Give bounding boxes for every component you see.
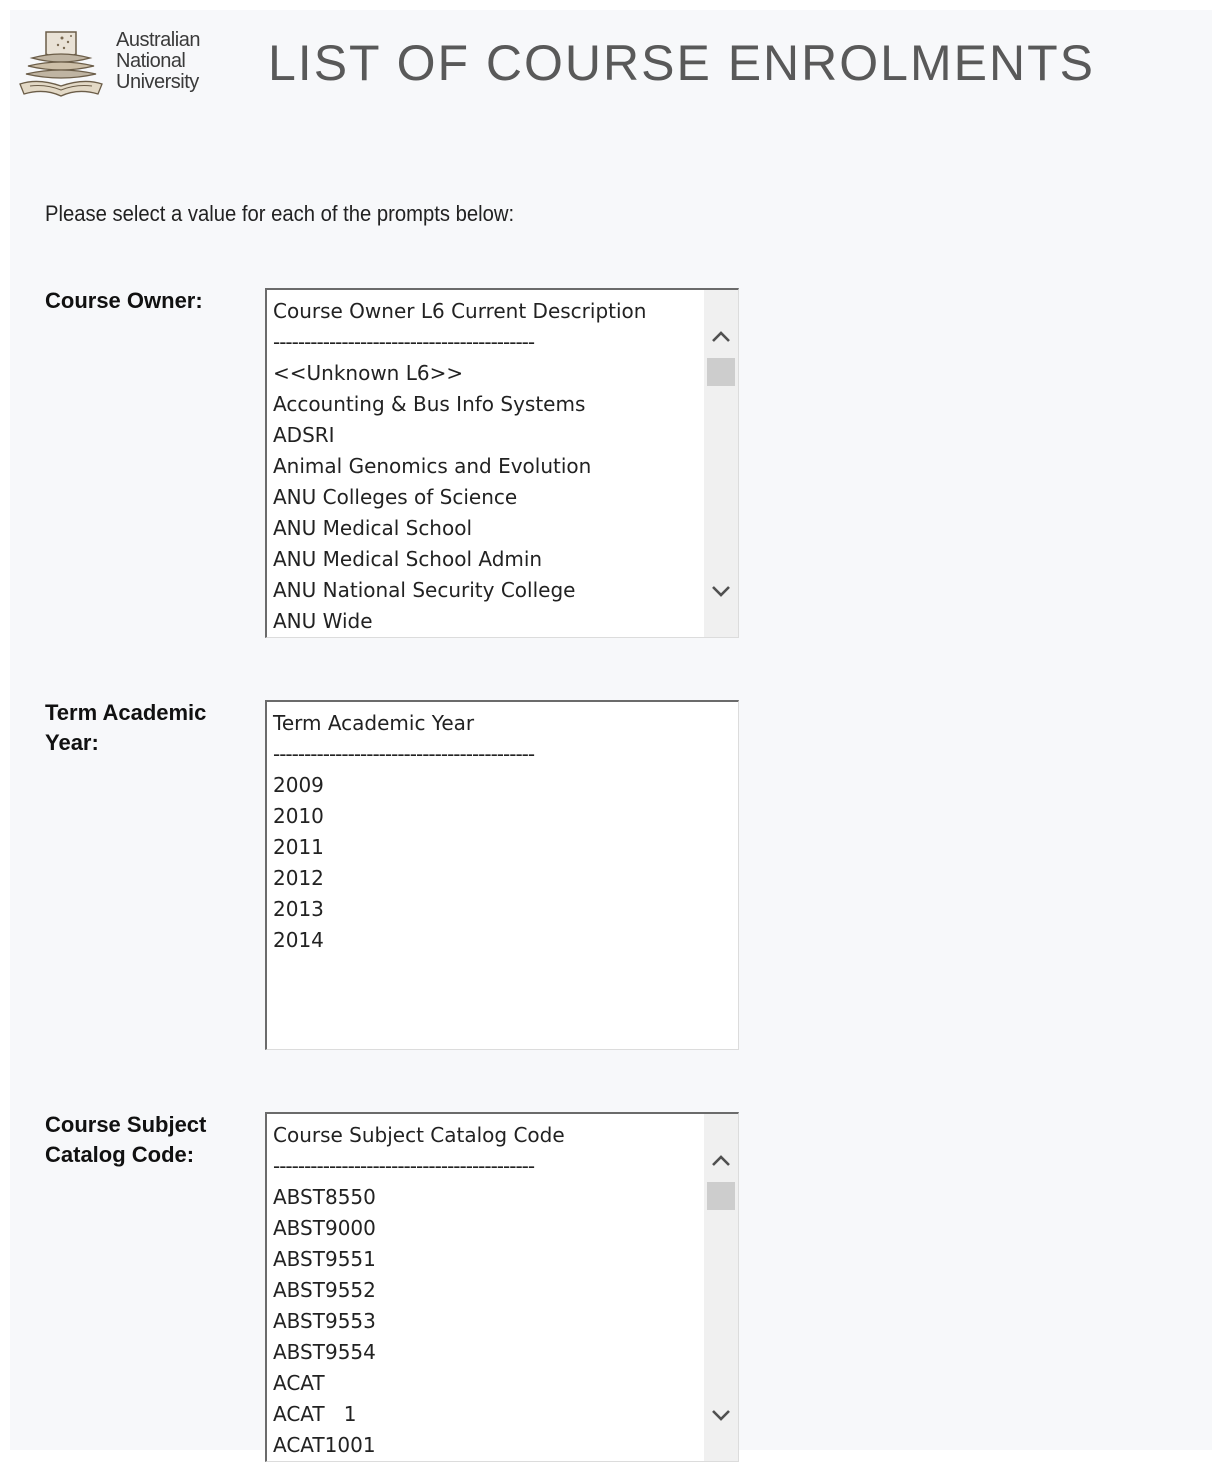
term-academic-year-label: Term Academic Year: [45,700,207,755]
scroll-thumb[interactable] [707,358,735,386]
term-academic-year-listbox[interactable]: Term Academic Year ---------------------… [265,700,739,1050]
list-header: Course Owner L6 Current Description [273,299,647,323]
scroll-down-button[interactable] [704,1398,738,1432]
list-option[interactable]: ANU Wide [273,606,702,637]
list-option[interactable]: ABST9552 [273,1275,702,1306]
anu-logo: Australian National University [18,24,218,104]
list-option[interactable]: ANU Medical School Admin [273,544,702,575]
list-option[interactable]: ABST9000 [273,1213,702,1244]
list-option[interactable]: Accounting & Bus Info Systems [273,389,702,420]
course-owner-listbox[interactable]: Course Owner L6 Current Description ----… [265,288,739,638]
term-academic-year-options: Term Academic Year ---------------------… [273,708,702,956]
list-option[interactable]: ABST9553 [273,1306,702,1337]
list-option[interactable]: <<Unknown L6>> [273,358,702,389]
list-option[interactable]: ANU Colleges of Science [273,482,702,513]
chevron-up-icon [712,1155,730,1166]
scroll-up-button[interactable] [704,1144,738,1178]
list-option[interactable]: 2013 [273,894,702,925]
chevron-down-icon [712,586,730,597]
list-option[interactable]: ACAT1001 [273,1430,702,1461]
list-header: Course Subject Catalog Code [273,1123,565,1147]
chevron-up-icon [712,331,730,342]
list-option[interactable]: 2009 [273,770,702,801]
list-option[interactable]: ADSRI [273,420,702,451]
scroll-thumb[interactable] [707,1182,735,1210]
list-divider: ----------------------------------------… [273,330,535,354]
course-subject-catalog-code-label: Course Subject Catalog Code: [45,1112,207,1167]
list-option[interactable]: ANU Medical School [273,513,702,544]
logo-line: University [116,71,199,93]
scroll-down-button[interactable] [704,574,738,608]
vertical-scrollbar[interactable] [704,290,738,637]
page: Australian National University LIST OF C… [10,10,1212,1462]
course-owner-label: Course Owner: [45,288,203,313]
course-subject-catalog-code-listbox[interactable]: Course Subject Catalog Code ------------… [265,1112,739,1462]
list-option[interactable]: ABST8550 [273,1182,702,1213]
list-option[interactable]: ABST9554 [273,1337,702,1368]
course-subject-catalog-code-options: Course Subject Catalog Code ------------… [273,1120,702,1461]
chevron-down-icon [712,1410,730,1421]
list-header: Term Academic Year [273,711,475,735]
list-option[interactable]: 2012 [273,863,702,894]
scroll-up-button[interactable] [704,320,738,354]
list-option[interactable]: ANU National Security College [273,575,702,606]
logo-text: Australian National University [116,30,200,93]
list-option[interactable]: ABST9551 [273,1244,702,1275]
logo-line: National [116,50,186,72]
list-option[interactable]: 2014 [273,925,702,956]
list-option[interactable]: Animal Genomics and Evolution [273,451,702,482]
list-option[interactable]: ACAT [273,1368,702,1399]
page-title: LIST OF COURSE ENROLMENTS [268,35,1095,91]
vertical-scrollbar[interactable] [704,1114,738,1461]
course-owner-options: Course Owner L6 Current Description ----… [273,296,702,637]
anu-crest-icon [19,31,103,97]
list-divider: ----------------------------------------… [273,1154,535,1178]
list-option[interactable]: ACAT 1 [273,1399,702,1430]
instructions-text: Please select a value for each of the pr… [45,201,515,226]
list-option[interactable]: 2010 [273,801,702,832]
logo-line: Australian [116,29,200,51]
list-option[interactable]: 2011 [273,832,702,863]
list-divider: ----------------------------------------… [273,742,535,766]
